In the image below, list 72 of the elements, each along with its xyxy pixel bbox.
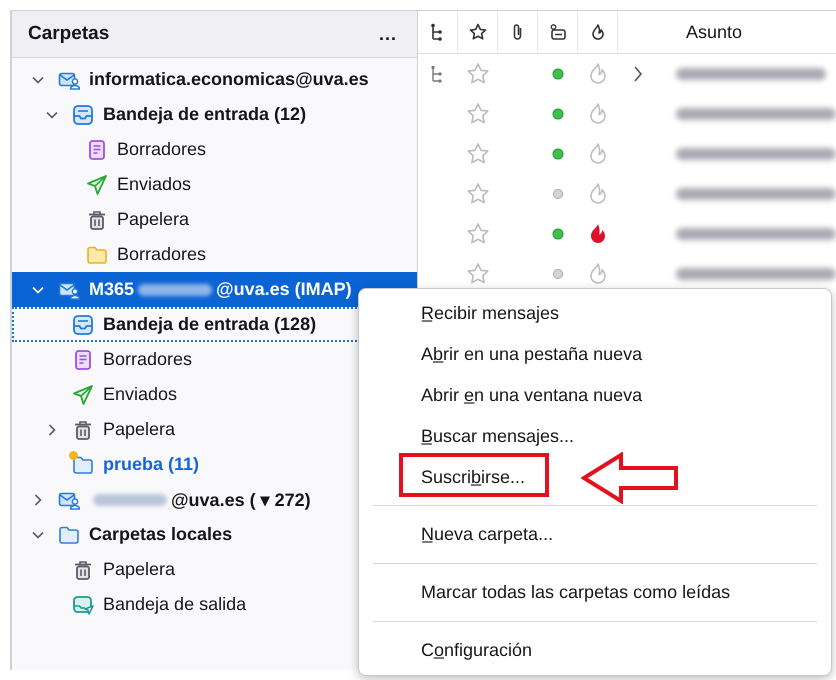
folder-name: Papelera	[103, 559, 176, 580]
column-header[interactable]: Asunto	[686, 22, 742, 42]
menu-item[interactable]: Marcar todas las carpetas como leídas	[421, 580, 730, 606]
star-icon[interactable]	[466, 182, 490, 206]
folder-row[interactable]: Papelera	[12, 552, 417, 587]
status-dot-icon[interactable]	[552, 68, 564, 80]
folder-name: Borradores	[117, 139, 206, 160]
menu-item[interactable]: Co̲nfiguración	[421, 638, 532, 664]
folder-name: prueba (11)	[103, 454, 200, 475]
document-icon	[86, 138, 108, 160]
star-icon[interactable]	[468, 23, 486, 41]
folder-row[interactable]: Enviados	[12, 167, 417, 202]
pane-title: Carpetas	[28, 23, 110, 45]
menu-item[interactable]: R̲ecibir mensajes	[421, 300, 560, 326]
folder-row[interactable]: prueba (11)	[12, 447, 417, 482]
folder-row[interactable]: Carpetas locales	[12, 517, 417, 552]
account-name: M365	[89, 279, 134, 300]
folder-name: Enviados	[117, 174, 192, 195]
folder-row[interactable]: Bandeja de entrada (12)	[12, 97, 417, 132]
folder-icon	[72, 454, 94, 476]
folder-row[interactable]: M365 @uva.es (IMAP)	[12, 272, 417, 307]
folder-row[interactable]: Borradores	[12, 237, 417, 272]
star-icon[interactable]	[466, 102, 490, 126]
status-dot-icon[interactable]	[552, 108, 564, 120]
folder-name: Borradores	[117, 244, 206, 265]
folder-name: Bandeja de salida	[103, 594, 246, 615]
folder-row[interactable]: @uva.es ( ▾ 272)	[12, 482, 417, 517]
inbox-tray-icon	[72, 104, 94, 126]
folder-row[interactable]: informatica.economicas@uva.es	[12, 62, 417, 97]
account-name: informatica.economicas@uva.es	[89, 69, 369, 90]
folder-row[interactable]: Papelera	[12, 412, 417, 447]
folder-name: Bandeja de entrada (12)	[103, 104, 306, 125]
status-dot-icon[interactable]	[552, 268, 564, 280]
star-icon[interactable]	[466, 62, 490, 86]
outbox-tray-icon	[72, 594, 94, 616]
folder-row[interactable]: Borradores	[12, 132, 417, 167]
folder-row[interactable]: Papelera	[12, 202, 417, 237]
menu-item[interactable]: Abrir e̲n una ventana nueva	[421, 382, 642, 408]
menu-item[interactable]: Ab̲rir en una pestaña nueva	[421, 342, 642, 367]
trash-icon	[72, 418, 94, 440]
folder-name: Papelera	[117, 209, 190, 230]
folder-icon	[58, 524, 80, 546]
menu-item[interactable]: B̲uscar mensajes...	[421, 424, 574, 449]
paper-plane-icon	[86, 174, 108, 196]
paper-plane-icon	[72, 384, 94, 406]
chevron-right-icon[interactable]	[632, 65, 644, 83]
folder-icon	[86, 244, 108, 266]
more-options-button[interactable]: ...	[376, 24, 399, 44]
read-status-icon[interactable]	[548, 23, 566, 41]
flame-icon[interactable]	[589, 223, 607, 245]
menu-item[interactable]: Suscrib̲irse...	[421, 464, 526, 490]
folder-name: Enviados	[103, 384, 178, 405]
status-dot-icon[interactable]	[552, 148, 564, 160]
star-icon[interactable]	[466, 262, 490, 286]
folder-name: Borradores	[103, 349, 192, 370]
folder-row[interactable]: Borradores	[12, 342, 417, 377]
status-dot-icon[interactable]	[552, 188, 564, 200]
folder-name: Bandeja de entrada (128)	[103, 314, 316, 335]
folder-row[interactable]: Bandeja de salida	[12, 587, 417, 622]
folder-row[interactable]: Enviados	[12, 377, 417, 412]
star-icon[interactable]	[466, 142, 490, 166]
account-name: @uva.es (IMAP)	[216, 279, 352, 300]
folder-name: Papelera	[103, 419, 176, 440]
document-icon	[72, 348, 94, 370]
account-name: @uva.es ( ▾ 272)	[171, 488, 311, 510]
folder-name: Carpetas locales	[89, 524, 232, 545]
menu-item[interactable]: N̲ueva carpeta...	[421, 522, 554, 548]
star-icon[interactable]	[466, 222, 490, 246]
trash-icon	[86, 208, 108, 230]
trash-icon	[72, 558, 94, 580]
inbox-tray-icon	[72, 314, 94, 336]
status-dot-icon[interactable]	[552, 228, 564, 240]
